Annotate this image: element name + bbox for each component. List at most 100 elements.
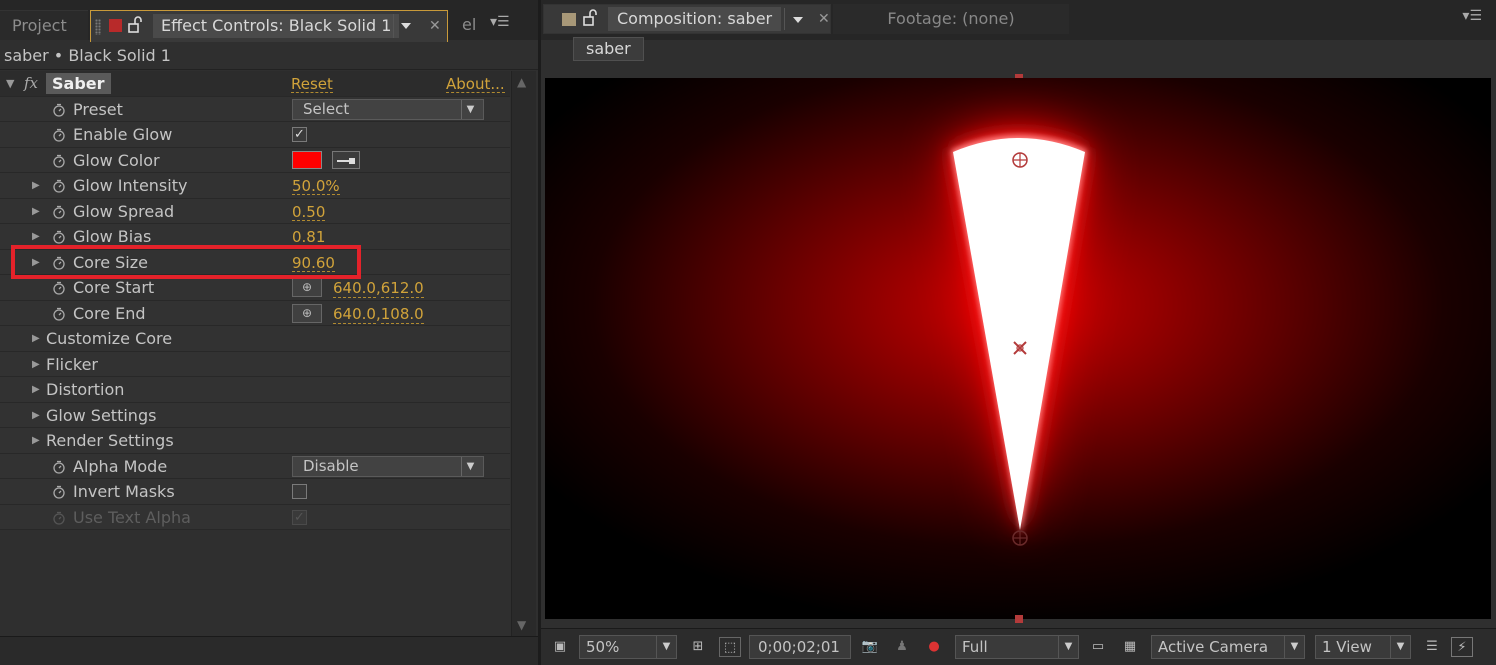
show-snapshot-icon[interactable]: ♟ bbox=[891, 637, 913, 657]
glow-intensity-value[interactable]: 50.0% bbox=[292, 177, 340, 195]
channel-rgb-icon[interactable]: ● bbox=[923, 637, 945, 657]
effect-header-row[interactable]: ▼ fx Saber Reset About... bbox=[0, 71, 510, 97]
stopwatch-icon[interactable] bbox=[52, 103, 66, 117]
resolution-select[interactable]: Full ▼ bbox=[955, 635, 1079, 659]
stopwatch-icon[interactable] bbox=[52, 460, 66, 474]
camera-select[interactable]: Active Camera ▼ bbox=[1151, 635, 1305, 659]
core-start-y[interactable]: 612.0 bbox=[380, 279, 424, 298]
camera-snapshot-icon[interactable]: 📷 bbox=[859, 637, 881, 657]
core-end-y[interactable]: 108.0 bbox=[380, 304, 424, 324]
chevron-down-icon: ▼ bbox=[461, 99, 479, 119]
crosshair-icon[interactable]: ⊕ bbox=[292, 278, 322, 297]
property-row-glow-intensity: ▶ Glow Intensity 50.0% bbox=[0, 173, 510, 199]
fx-icon[interactable]: fx bbox=[24, 71, 38, 97]
highlight-box bbox=[11, 245, 361, 279]
resolution-value: Full bbox=[962, 638, 988, 656]
right-tab-bar: Composition: saber ✕ Footage: (none) ▾☰ bbox=[541, 0, 1496, 40]
effect-name[interactable]: Saber bbox=[46, 73, 111, 94]
reset-link[interactable]: Reset bbox=[291, 75, 333, 93]
disclosure-closed-icon[interactable]: ▶ bbox=[32, 377, 42, 403]
timecode-field[interactable]: 0;00;02;01 bbox=[749, 635, 851, 659]
timecode-value: 0;00;02;01 bbox=[758, 638, 840, 656]
glow-color-swatch[interactable] bbox=[292, 150, 322, 169]
comp-breadcrumb[interactable]: saber bbox=[573, 37, 644, 61]
stopwatch-icon[interactable] bbox=[52, 128, 66, 142]
tab-effect-controls[interactable]: Effect Controls: Black Solid 1 ✕ bbox=[90, 10, 448, 42]
stopwatch-icon[interactable] bbox=[52, 307, 66, 321]
crosshair-icon[interactable] bbox=[1012, 152, 1028, 168]
preset-select[interactable]: Select ▼ bbox=[292, 98, 484, 120]
core-end-x[interactable]: 640.0 bbox=[333, 304, 376, 324]
about-link[interactable]: About... bbox=[446, 75, 505, 93]
stopwatch-icon bbox=[53, 511, 65, 525]
tab-dropdown-button[interactable] bbox=[393, 14, 417, 38]
lock-icon[interactable] bbox=[127, 16, 143, 34]
tab-composition[interactable]: Composition: saber ✕ bbox=[543, 4, 831, 34]
stopwatch-icon[interactable] bbox=[52, 281, 66, 295]
property-label: Glow Intensity bbox=[73, 176, 188, 195]
property-label: Invert Masks bbox=[73, 482, 175, 501]
timeline-icon[interactable]: ☰ bbox=[1421, 637, 1443, 657]
property-row-glow-color: Glow Color bbox=[0, 147, 510, 173]
close-icon[interactable]: ✕ bbox=[818, 4, 830, 34]
grid-overlay-icon[interactable]: ⊞ bbox=[687, 637, 709, 657]
viewer-toolbar: ▣ 50% ▼ ⊞ ⬚ 0;00;02;01 📷 ♟ ● Full ▼ ▭ ▦ … bbox=[541, 628, 1496, 665]
core-end-value: 640.0,108.0 bbox=[333, 304, 424, 324]
disclosure-closed-icon[interactable]: ▶ bbox=[32, 199, 42, 225]
panel-menu-icon[interactable]: ▾☰ bbox=[1462, 8, 1482, 24]
tab-dropdown-button[interactable] bbox=[784, 8, 810, 30]
eyedropper-icon[interactable] bbox=[332, 150, 360, 169]
crosshair-icon[interactable]: ⊕ bbox=[292, 303, 322, 323]
disclosure-closed-icon[interactable]: ▶ bbox=[32, 428, 42, 454]
tab-composition-label: Composition: saber bbox=[608, 7, 782, 31]
group-label: Customize Core bbox=[46, 329, 173, 348]
enable-glow-checkbox[interactable]: ✓ bbox=[292, 127, 307, 142]
stopwatch-icon[interactable] bbox=[52, 485, 66, 499]
always-preview-icon[interactable]: ▣ bbox=[549, 637, 571, 657]
close-icon[interactable]: ✕ bbox=[429, 11, 441, 41]
group-row-distortion[interactable]: ▶ Distortion bbox=[0, 377, 510, 403]
crosshair-icon[interactable] bbox=[1012, 530, 1028, 546]
group-row-glow-settings[interactable]: ▶ Glow Settings bbox=[0, 402, 510, 429]
stopwatch-icon[interactable] bbox=[52, 154, 66, 168]
glow-spread-value[interactable]: 0.50 bbox=[292, 203, 326, 221]
scroll-up-icon[interactable]: ▲ bbox=[517, 75, 526, 89]
property-row-alpha-mode: Alpha Mode Disable ▼ bbox=[0, 453, 510, 479]
stopwatch-icon[interactable] bbox=[52, 179, 66, 193]
stopwatch-icon[interactable] bbox=[52, 205, 66, 219]
disclosure-closed-icon[interactable]: ▶ bbox=[32, 403, 42, 429]
tab-project[interactable]: Project bbox=[0, 10, 88, 40]
tab-overflow[interactable]: el bbox=[454, 10, 484, 40]
disclosure-closed-icon[interactable]: ▶ bbox=[32, 173, 42, 199]
region-of-interest-icon[interactable]: ▭ bbox=[1087, 637, 1109, 657]
layer-color-swatch bbox=[109, 19, 122, 32]
scroll-down-icon[interactable]: ▼ bbox=[517, 618, 526, 632]
checkerboard-icon[interactable]: ▦ bbox=[1119, 637, 1141, 657]
view-layout-select[interactable]: 1 View ▼ bbox=[1315, 635, 1411, 659]
group-label: Flicker bbox=[46, 354, 99, 374]
vertical-scrollbar[interactable]: ▲ ▼ bbox=[511, 71, 536, 636]
transparency-grid-icon[interactable]: ⬚ bbox=[719, 637, 741, 657]
panel-menu-icon[interactable]: ▾☰ bbox=[490, 14, 510, 30]
disclosure-closed-icon[interactable]: ▶ bbox=[32, 352, 42, 378]
zoom-select[interactable]: 50% ▼ bbox=[579, 635, 677, 659]
disclosure-closed-icon[interactable]: ▶ bbox=[32, 326, 42, 352]
group-label: Glow Settings bbox=[46, 405, 157, 425]
left-panel-footer bbox=[0, 636, 538, 665]
alpha-mode-select[interactable]: Disable ▼ bbox=[292, 455, 484, 477]
stopwatch-icon[interactable] bbox=[52, 230, 66, 244]
panel-grip-icon[interactable] bbox=[95, 19, 101, 35]
group-row-render-settings[interactable]: ▶ Render Settings bbox=[0, 428, 510, 454]
layer-handle-bottom[interactable] bbox=[1015, 615, 1023, 623]
fast-previews-icon[interactable]: ⚡ bbox=[1451, 637, 1473, 657]
tab-footage[interactable]: Footage: (none) bbox=[833, 4, 1069, 34]
composition-viewer[interactable] bbox=[545, 78, 1491, 619]
group-row-customize-core[interactable]: ▶ Customize Core bbox=[0, 326, 510, 352]
disclosure-open-icon[interactable]: ▼ bbox=[6, 71, 14, 97]
lock-icon[interactable] bbox=[582, 9, 598, 27]
invert-masks-checkbox[interactable] bbox=[292, 484, 307, 499]
group-row-flicker[interactable]: ▶ Flicker bbox=[0, 351, 510, 378]
core-start-x[interactable]: 640.0 bbox=[333, 279, 376, 298]
glow-bias-value[interactable]: 0.81 bbox=[292, 228, 326, 246]
effect-controls-panel: Project Effect Controls: Black Solid 1 ✕… bbox=[0, 0, 538, 665]
